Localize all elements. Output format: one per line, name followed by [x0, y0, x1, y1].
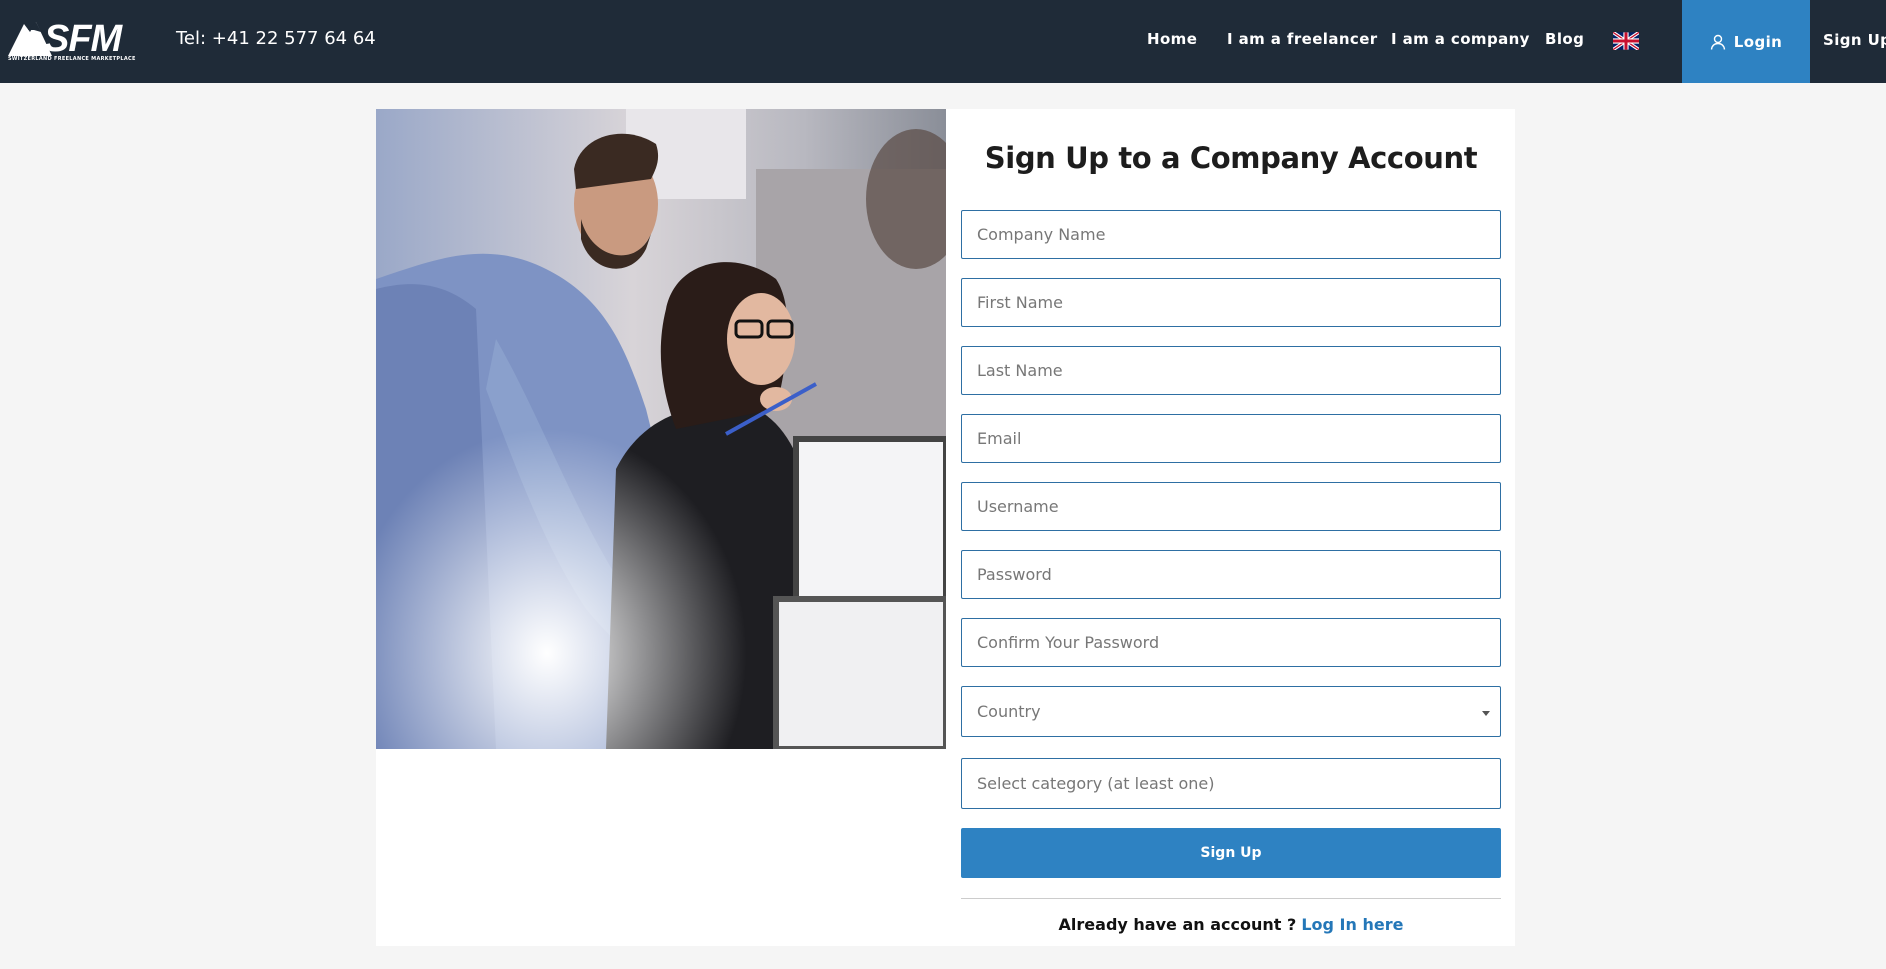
category-select[interactable]: Select category (at least one) — [961, 758, 1501, 809]
username-input[interactable] — [962, 483, 1500, 530]
login-button[interactable]: Login — [1682, 0, 1810, 83]
already-account-text: Already have an account ? — [1058, 915, 1297, 934]
username-field[interactable] — [961, 482, 1501, 531]
logo-subtitle: SWITZERLAND FREELANCE MARKETPLACE — [8, 56, 136, 62]
country-select[interactable]: Country — [961, 686, 1501, 737]
uk-flag-icon[interactable] — [1613, 32, 1639, 50]
category-select-value: Select category (at least one) — [977, 774, 1215, 793]
nav-blog[interactable]: Blog — [1545, 30, 1584, 48]
first-name-input[interactable] — [962, 279, 1500, 326]
form-title: Sign Up to a Company Account — [984, 141, 1478, 175]
nav-signup[interactable]: Sign Up — [1823, 31, 1886, 49]
last-name-field[interactable] — [961, 346, 1501, 395]
country-select-value: Country — [977, 702, 1041, 721]
company-name-field[interactable] — [961, 210, 1501, 259]
login-here-link[interactable]: Log In here — [1301, 915, 1403, 934]
confirm-password-input[interactable] — [962, 619, 1500, 666]
phone-number: Tel: +41 22 577 64 64 — [176, 28, 376, 49]
signup-submit-button[interactable]: Sign Up — [961, 828, 1501, 878]
user-icon — [1710, 34, 1725, 50]
email-input[interactable] — [962, 415, 1500, 462]
people-at-computer-image — [376, 109, 946, 749]
confirm-password-field[interactable] — [961, 618, 1501, 667]
top-navbar: SFM SWITZERLAND FREELANCE MARKETPLACE Te… — [0, 0, 1886, 83]
logo-text: SFM — [44, 18, 122, 60]
sfm-logo[interactable]: SFM SWITZERLAND FREELANCE MARKETPLACE — [8, 18, 136, 62]
login-label: Login — [1733, 32, 1783, 51]
nav-company[interactable]: I am a company — [1391, 30, 1530, 48]
last-name-input[interactable] — [962, 347, 1500, 394]
login-prompt: Already have an account ? Log In here — [961, 915, 1501, 934]
chevron-down-icon — [1482, 711, 1490, 716]
office-photo — [376, 109, 946, 749]
signup-form: Sign Up to a Company Account Country Sel… — [961, 109, 1501, 946]
signup-card: Sign Up to a Company Account Country Sel… — [376, 109, 1515, 946]
password-field[interactable] — [961, 550, 1501, 599]
divider — [961, 898, 1501, 899]
nav-home[interactable]: Home — [1147, 30, 1197, 48]
password-input[interactable] — [962, 551, 1500, 598]
nav-freelancer[interactable]: I am a freelancer — [1227, 30, 1378, 48]
email-field[interactable] — [961, 414, 1501, 463]
company-name-input[interactable] — [962, 211, 1500, 258]
first-name-field[interactable] — [961, 278, 1501, 327]
